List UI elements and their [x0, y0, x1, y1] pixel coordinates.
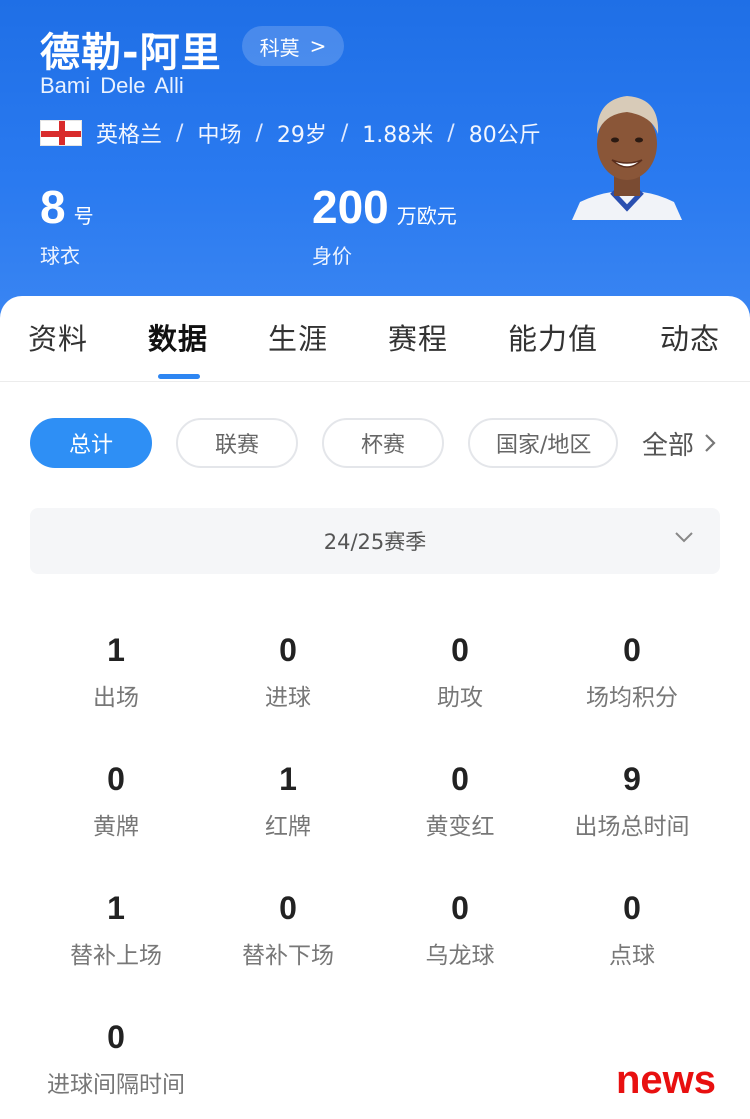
stat-label: 出场 — [93, 685, 139, 711]
jersey-number: 8 — [40, 181, 66, 233]
all-label: 全部 — [642, 430, 695, 461]
stat-label: 乌龙球 — [425, 943, 495, 969]
chip-cup[interactable]: 杯赛 — [322, 418, 444, 468]
stat-label: 替补上场 — [70, 943, 162, 969]
stat-value: 0 — [451, 890, 469, 926]
stat-value: 1 — [107, 632, 125, 668]
chip-national[interactable]: 国家/地区 — [468, 418, 618, 468]
stat-assists: 0 助攻 — [374, 632, 546, 732]
jersey-label: 球衣 — [40, 244, 80, 268]
stat-value: 0 — [107, 761, 125, 797]
chip-league[interactable]: 联赛 — [176, 418, 298, 468]
stat-value: 0 — [107, 1019, 125, 1055]
tab-profile[interactable]: 资料 — [28, 316, 88, 358]
team-name: 科莫 — [259, 35, 300, 60]
chevron-right-icon: > — [309, 34, 327, 58]
tab-career[interactable]: 生涯 — [268, 316, 328, 358]
stat-value: 1 — [107, 890, 125, 926]
player-info-row: 英格兰 / 中场 / 29岁 / 1.88米 / 80公斤 — [40, 116, 541, 150]
market-value-unit: 万欧元 — [396, 204, 457, 228]
tab-bar: 资料 数据 生涯 赛程 能力值 动态 — [0, 296, 750, 382]
england-flag-icon — [40, 120, 82, 146]
market-value-stat: 200 万欧元 — [312, 180, 457, 234]
stat-label: 黄牌 — [93, 814, 139, 840]
separator: / — [340, 120, 349, 146]
jersey-unit: 号 — [73, 204, 94, 228]
stat-yellow-cards: 0 黄牌 — [30, 761, 202, 861]
height: 1.88米 — [362, 123, 434, 148]
stat-value: 0 — [279, 890, 297, 926]
active-tab-indicator — [158, 374, 200, 379]
player-name: 德勒-阿里 — [40, 30, 222, 76]
all-filters-button[interactable]: 全部 — [640, 420, 717, 466]
stat-minutes-played: 9 出场总时间 — [546, 761, 718, 861]
jersey-stat: 8 号 — [40, 180, 94, 234]
stat-value: 0 — [623, 890, 641, 926]
stat-label: 进球 — [265, 685, 311, 711]
separator: / — [447, 120, 455, 146]
tab-news[interactable]: 动态 — [660, 316, 720, 358]
filter-chips: 总计 联赛 杯赛 国家/地区 全部 — [0, 418, 750, 470]
stat-sub-off: 0 替补下场 — [202, 890, 374, 990]
stat-label: 场均积分 — [586, 685, 678, 711]
stat-second-yellow: 0 黄变红 — [374, 761, 546, 861]
stat-value: 0 — [451, 761, 469, 797]
stat-label: 出场总时间 — [574, 814, 690, 840]
player-photo — [572, 96, 682, 220]
stat-avg-points: 0 场均积分 — [546, 632, 718, 732]
stat-goal-interval: 0 进球间隔时间 — [30, 1019, 202, 1119]
weight: 80公斤 — [468, 123, 541, 148]
nationality: 英格兰 — [96, 123, 163, 148]
stat-label: 红牌 — [265, 814, 311, 840]
stat-label: 进球间隔时间 — [47, 1072, 185, 1098]
tab-ability[interactable]: 能力值 — [508, 316, 598, 358]
stat-value: 1 — [279, 761, 297, 797]
tab-schedule[interactable]: 赛程 — [388, 316, 448, 358]
stat-goals: 0 进球 — [202, 632, 374, 732]
stat-own-goals: 0 乌龙球 — [374, 890, 546, 990]
stat-label: 黄变红 — [425, 814, 495, 840]
chevron-down-icon — [675, 532, 693, 543]
stat-red-cards: 1 红牌 — [202, 761, 374, 861]
age: 29岁 — [276, 123, 327, 148]
stat-value: 0 — [623, 632, 641, 668]
tab-stats[interactable]: 数据 — [148, 316, 208, 358]
stat-appearances: 1 出场 — [30, 632, 202, 732]
market-value-label: 身价 — [312, 244, 352, 268]
stat-label: 点球 — [609, 943, 655, 969]
stat-value: 0 — [451, 632, 469, 668]
stat-label: 替补下场 — [242, 943, 334, 969]
stat-value: 0 — [279, 632, 297, 668]
team-link[interactable]: 科莫 > — [242, 26, 344, 66]
stat-sub-on: 1 替补上场 — [30, 890, 202, 990]
player-header: 德勒-阿里 科莫 > Bami Dele Alli 英格兰 / 中场 / 29岁… — [0, 0, 750, 330]
chevron-right-icon — [705, 434, 716, 452]
stat-penalties: 0 点球 — [546, 890, 718, 990]
separator: / — [176, 120, 184, 146]
news-watermark: news — [616, 1058, 717, 1102]
market-value-number: 200 — [312, 181, 389, 233]
stat-label: 助攻 — [437, 685, 483, 711]
position: 中场 — [197, 123, 242, 148]
chip-total[interactable]: 总计 — [30, 418, 152, 468]
season-select[interactable]: 24/25赛季 — [30, 508, 720, 574]
separator: / — [255, 120, 263, 146]
player-english-name: Bami Dele Alli — [40, 73, 184, 98]
content-panel: 资料 数据 生涯 赛程 能力值 动态 总计 联赛 杯赛 国家/地区 全部 24/… — [0, 296, 750, 1119]
stat-value: 9 — [623, 761, 641, 797]
season-value: 24/25赛季 — [323, 530, 427, 554]
